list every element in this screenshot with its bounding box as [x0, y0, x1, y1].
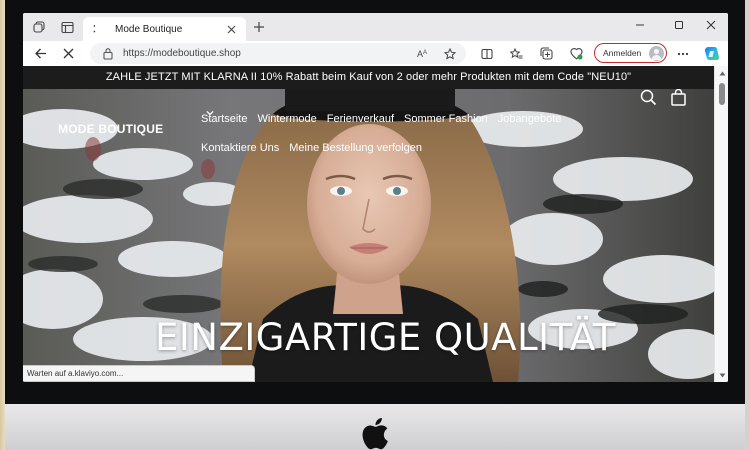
chevron-down-icon	[206, 111, 214, 116]
maximize-icon[interactable]	[668, 16, 690, 34]
avatar	[649, 45, 664, 61]
more-icon[interactable]	[675, 46, 690, 61]
nav-label: Sommer Fashion	[404, 113, 488, 125]
hero-banner: MODE BOUTIQUE Startseite Wintermode Feri…	[23, 89, 714, 382]
signin-button[interactable]: Anmelden	[594, 43, 667, 63]
scroll-down-icon[interactable]	[718, 371, 726, 379]
hero-headline: EINZIGARTIGE QUALITÄT	[155, 316, 616, 359]
minimize-icon[interactable]	[629, 16, 651, 34]
tab-actions-icon[interactable]	[31, 19, 47, 35]
site-logo[interactable]: MODE BOUTIQUE	[58, 122, 163, 136]
scrollbar[interactable]	[714, 66, 728, 382]
nav-item-jobangebote[interactable]: Jobangebote	[498, 109, 562, 129]
url-text: https://modeboutique.shop	[123, 48, 241, 59]
announcement-bar: ZAHLE JETZT MIT KLARNA II 10% Rabatt bei…	[23, 66, 714, 89]
tab-title: Mode Boutique	[115, 23, 183, 35]
star-icon[interactable]	[442, 46, 457, 61]
cart-icon[interactable]	[670, 89, 687, 106]
signin-label: Anmelden	[603, 48, 642, 58]
search-icon[interactable]	[640, 89, 657, 106]
copilot-icon[interactable]	[703, 45, 720, 62]
back-arrow-icon[interactable]	[32, 45, 49, 62]
nav-item-ferienverkauf[interactable]: Ferienverkauf	[327, 109, 394, 129]
address-bar[interactable]: https://modeboutique.shop AA	[90, 43, 466, 64]
new-tab-icon[interactable]	[252, 20, 266, 34]
stop-loading-icon[interactable]	[60, 45, 77, 62]
page-viewport: ZAHLE JETZT MIT KLARNA II 10% Rabatt bei…	[23, 66, 728, 382]
svg-text:A: A	[423, 50, 427, 56]
close-window-icon[interactable]	[700, 16, 722, 34]
tab-mode-boutique[interactable]: ⁚ Mode Boutique	[83, 17, 246, 41]
main-nav: Startseite Wintermode Ferienverkauf Somm…	[201, 109, 621, 158]
apple-logo-icon	[362, 417, 388, 450]
lock-icon[interactable]	[102, 47, 114, 60]
browser-window: ⁚ Mode Boutique https://modeboutique.sho…	[23, 13, 728, 382]
scroll-thumb[interactable]	[719, 83, 725, 105]
nav-label: Wintermode	[257, 113, 317, 125]
browser-essentials-icon[interactable]	[569, 46, 584, 61]
browser-toolbar: https://modeboutique.shop AA Anmelden	[23, 41, 728, 66]
tab-bar: ⁚ Mode Boutique	[23, 13, 728, 41]
scroll-up-icon[interactable]	[718, 69, 726, 77]
nav-label: Jobangebote	[497, 113, 562, 125]
status-bar: Warten auf a.klaviyo.com...	[23, 365, 255, 382]
collections-icon[interactable]	[539, 46, 554, 61]
nav-item-sommer-fashion[interactable]: Sommer Fashion	[206, 109, 488, 129]
nav-label: Meine Bestellung verfolgen	[289, 142, 422, 154]
split-screen-icon[interactable]	[479, 46, 494, 61]
nav-label: Ferienverkauf	[326, 113, 395, 125]
read-aloud-icon[interactable]: AA	[416, 46, 431, 61]
nav-item-bestellung-verfolgen[interactable]: Meine Bestellung verfolgen	[289, 138, 422, 158]
favorites-icon[interactable]	[509, 46, 524, 61]
close-tab-icon[interactable]	[224, 22, 238, 36]
tab-favicon-icon: ⁚	[93, 24, 96, 34]
nav-label: Kontaktiere Uns	[201, 142, 280, 154]
vertical-tabs-icon[interactable]	[59, 19, 75, 35]
nav-item-kontaktiere-uns[interactable]: Kontaktiere Uns	[201, 138, 279, 158]
nav-item-wintermode[interactable]: Wintermode	[206, 109, 317, 129]
